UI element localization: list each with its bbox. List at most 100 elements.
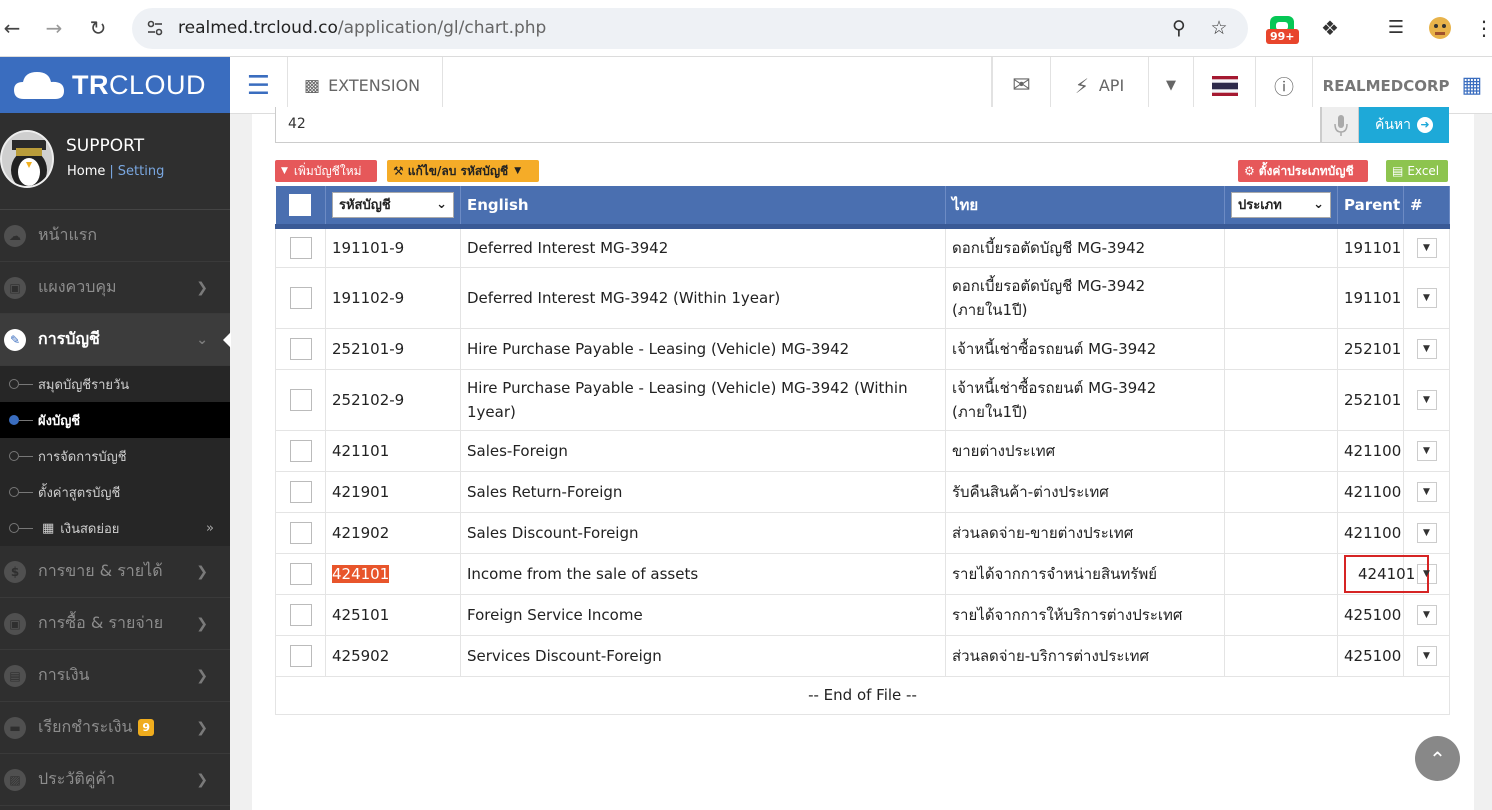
select-all-checkbox[interactable] — [289, 193, 312, 216]
reload-icon[interactable]: ↻ — [86, 16, 110, 40]
row-checkbox[interactable] — [289, 388, 312, 411]
mail-icon[interactable]: ✉ — [992, 57, 1050, 114]
row-dropdown-caret-icon[interactable]: ▼ — [1416, 389, 1437, 410]
submenu-journal[interactable]: สมุดบัญชีรายวัน — [0, 366, 230, 402]
hamburger-menu-icon[interactable]: ☰ — [230, 57, 287, 114]
row-checkbox[interactable] — [289, 236, 312, 259]
chevron-right-icon: ❯ — [196, 564, 208, 580]
sidebar-item-purchase[interactable]: ▣ การซื้อ & รายจ่าย ❯ — [0, 598, 230, 650]
table-row[interactable]: 425902 Services Discount-Foreign ส่วนลดจ่า… — [275, 634, 1450, 677]
account-type-cell — [1224, 552, 1338, 595]
api-button[interactable]: ⚡ API — [1050, 57, 1148, 114]
type-column-select[interactable]: ประเภท ⌄ — [1231, 191, 1331, 218]
setting-link[interactable]: Setting — [118, 164, 165, 179]
thai-name-cell: ดอกเบี้ยรอตัดบัญชี MG-3942 — [945, 225, 1225, 268]
microphone-icon[interactable] — [1321, 107, 1359, 143]
forward-icon[interactable]: → — [42, 16, 66, 40]
help-icon[interactable]: ⓘ — [1255, 57, 1312, 114]
monitor-icon: ▩ — [304, 75, 321, 96]
caret-down-icon[interactable]: ▼ — [1148, 57, 1193, 114]
table-row[interactable]: 191101-9 Deferred Interest MG-3942 ดอกเบี้… — [275, 225, 1450, 268]
table-row[interactable]: 421101 Sales-Foreign ขายต่างประเทศ 421100 ▼ — [275, 429, 1450, 472]
submenu-connector — [19, 384, 33, 385]
row-checkbox[interactable] — [289, 337, 312, 360]
search-input[interactable]: 42 — [275, 107, 1321, 143]
row-dropdown-caret-icon[interactable]: ▼ — [1416, 338, 1437, 359]
bookmark-star-icon[interactable]: ☆ — [1208, 17, 1230, 39]
thai-flag-icon[interactable] — [1193, 57, 1255, 114]
row-select-cell — [275, 429, 326, 472]
add-account-button[interactable]: ▼ เพิ่มบัญชีใหม่ — [275, 160, 377, 182]
row-dropdown-caret-icon[interactable]: ▼ — [1416, 604, 1437, 625]
code-select-label: รหัสบัญชี — [339, 198, 391, 214]
submenu-petty-cash[interactable]: ▦ เงินสดย่อย » — [0, 510, 230, 546]
profile-avatar-icon[interactable] — [1426, 14, 1454, 42]
account-code: 191102-9 — [332, 288, 405, 307]
back-icon[interactable]: ← — [0, 16, 24, 40]
english-name-cell: Hire Purchase Payable - Leasing (Vehicle… — [460, 327, 946, 370]
english-name-cell: Deferred Interest MG-3942 — [460, 225, 946, 268]
app-topbar: ☰ ▩ EXTENSION ✉ ⚡ API ▼ ⓘ REALMEDCORP ▦ — [230, 57, 1492, 114]
excel-export-button[interactable]: ▤ Excel — [1386, 160, 1448, 182]
site-settings-icon[interactable] — [146, 19, 164, 37]
sidebar-item-label: การขาย & รายได้ — [38, 561, 163, 580]
url-text[interactable]: realmed.trcloud.co/application/gl/chart.… — [178, 18, 546, 38]
row-checkbox[interactable] — [289, 562, 312, 585]
sidebar-item-billing[interactable]: ▬ เรียกชำระเงิน 9 ❯ — [0, 702, 230, 754]
sidebar-item-sales[interactable]: $ การขาย & รายได้ ❯ — [0, 546, 230, 598]
table-row[interactable]: 252101-9 Hire Purchase Payable - Leasing … — [275, 327, 1450, 370]
plug-icon: ⚡ — [1074, 73, 1089, 98]
brand-logo[interactable]: TRCLOUD — [0, 57, 230, 113]
billing-count-badge: 9 — [138, 719, 155, 736]
sidebar-item-partners[interactable]: ▨ ประวัติคู่ค้า ❯ — [0, 754, 230, 806]
extensions-puzzle-icon[interactable]: ❖ — [1316, 14, 1344, 42]
row-checkbox[interactable] — [289, 644, 312, 667]
home-link[interactable]: Home — [67, 164, 105, 179]
chevron-down-icon: ⌄ — [1313, 197, 1324, 213]
row-checkbox[interactable] — [289, 439, 312, 462]
row-dropdown-caret-icon[interactable]: ▼ — [1416, 645, 1437, 666]
row-dropdown-caret-icon[interactable]: ▼ — [1416, 440, 1437, 461]
code-column-select[interactable]: รหัสบัญชี ⌄ — [332, 191, 454, 218]
account-type-cell — [1224, 593, 1338, 636]
sidebar-item-dashboard[interactable]: ▣ แผงควบคุม ❯ — [0, 262, 230, 314]
table-row[interactable]: 425101 Foreign Service Income รายได้จากการ… — [275, 593, 1450, 636]
row-checkbox[interactable] — [289, 480, 312, 503]
media-queue-icon[interactable]: ☰ — [1382, 14, 1410, 42]
account-code-cell: 421901 — [325, 470, 461, 513]
row-checkbox[interactable] — [289, 521, 312, 544]
search-button[interactable]: ค้นหา ➜ — [1359, 107, 1449, 143]
chevron-right-icon: ❯ — [196, 772, 208, 788]
submenu-connector — [19, 492, 33, 493]
row-dropdown-caret-icon[interactable]: ▼ — [1416, 287, 1437, 308]
avatar[interactable] — [0, 130, 54, 188]
account-type-settings-button[interactable]: ⚙ ตั้งค่าประเภทบัญชี — [1238, 160, 1368, 182]
sidebar-item-finance[interactable]: ▤ การเงิน ❯ — [0, 650, 230, 702]
table-row[interactable]: 421902 Sales Discount-Foreign ส่วนลดจ่าย-ข… — [275, 511, 1450, 554]
company-button[interactable]: REALMEDCORP ▦ — [1312, 57, 1492, 114]
address-bar[interactable]: realmed.trcloud.co/application/gl/chart.… — [132, 8, 1248, 49]
submenu-account-management[interactable]: การจัดการบัญชี — [0, 438, 230, 474]
submenu-chart-of-accounts[interactable]: ผังบัญชี — [0, 402, 230, 438]
row-checkbox[interactable] — [289, 603, 312, 626]
table-row[interactable]: 191102-9 Deferred Interest MG-3942 (Withi… — [275, 266, 1450, 329]
sidebar-item-accounting[interactable]: ✎ การบัญชี ⌄ — [0, 314, 231, 366]
kebab-menu-icon[interactable]: ⋮ — [1470, 14, 1492, 42]
row-dropdown-caret-icon[interactable]: ▼ — [1416, 481, 1437, 502]
account-code-cell: 425902 — [325, 634, 461, 677]
extension-button[interactable]: ▩ EXTENSION — [287, 57, 442, 114]
table-row[interactable]: 421901 Sales Return-Foreign รับคืนสินค้า-ต… — [275, 470, 1450, 513]
scroll-to-top-button[interactable]: ⌃ — [1415, 736, 1460, 781]
credit-card-icon: ▬ — [4, 716, 26, 739]
table-row[interactable]: 424101 Income from the sale of assets รายไ… — [275, 552, 1450, 595]
row-dropdown-caret-icon[interactable]: ▼ — [1416, 237, 1437, 258]
submenu-connector — [19, 528, 33, 529]
zoom-icon[interactable]: ⚲ — [1168, 17, 1190, 39]
row-checkbox[interactable] — [289, 286, 312, 309]
table-row[interactable]: 252102-9 Hire Purchase Payable - Leasing … — [275, 368, 1450, 431]
row-dropdown-caret-icon[interactable]: ▼ — [1416, 522, 1437, 543]
sidebar-item-home[interactable]: ☁ หน้าแรก — [0, 210, 230, 262]
account-code: 421901 — [332, 482, 390, 501]
edit-account-button[interactable]: ⚒ แก้ไข/ลบ รหัสบัญชี ▼ — [387, 160, 539, 182]
submenu-account-formula[interactable]: ตั้งค่าสูตรบัญชี — [0, 474, 230, 510]
